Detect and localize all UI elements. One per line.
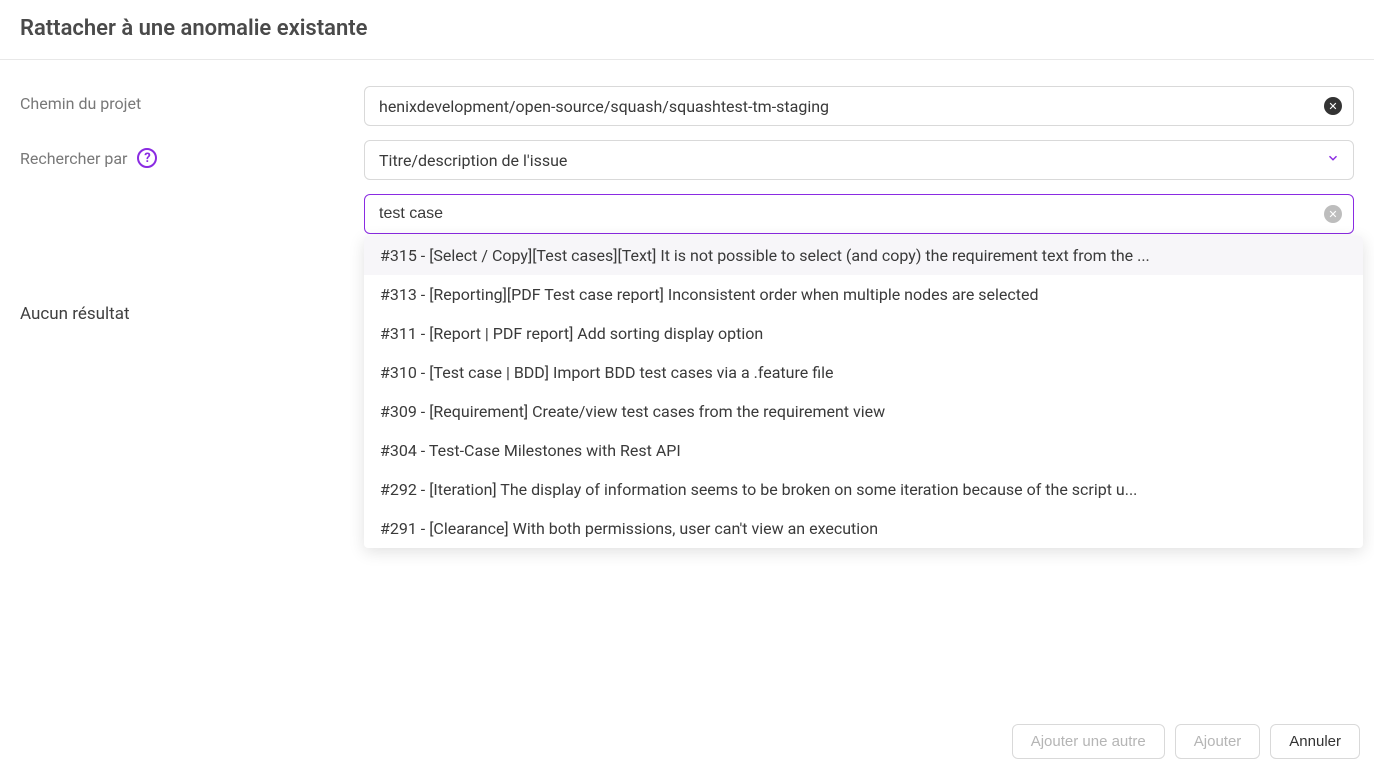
clear-search-icon[interactable]: ✕ <box>1324 205 1342 223</box>
search-by-control: Titre/description de l'issue <box>364 140 1354 180</box>
close-icon[interactable]: ✕ <box>1324 97 1342 115</box>
search-by-value: Titre/description de l'issue <box>379 151 567 170</box>
list-item[interactable]: #311 - [Report | PDF report] Add sorting… <box>364 314 1363 353</box>
project-path-row: Chemin du projet henixdevelopment/open-s… <box>20 86 1354 126</box>
autocomplete-dropdown: #315 - [Select / Copy][Test cases][Text]… <box>364 236 1363 548</box>
list-item[interactable]: #304 - Test-Case Milestones with Rest AP… <box>364 431 1363 470</box>
add-another-button[interactable]: Ajouter une autre <box>1012 724 1165 759</box>
search-by-select[interactable]: Titre/description de l'issue <box>364 140 1354 180</box>
search-by-row: Rechercher par ? Titre/description de l'… <box>20 140 1354 180</box>
list-item[interactable]: #291 - [Clearance] With both permissions… <box>364 509 1363 548</box>
search-input[interactable] <box>364 194 1354 234</box>
search-control: ✕ #315 - [Select / Copy][Test cases][Tex… <box>364 194 1354 234</box>
project-path-input[interactable]: henixdevelopment/open-source/squash/squa… <box>364 86 1354 126</box>
search-spacer <box>20 194 364 202</box>
list-item[interactable]: #315 - [Select / Copy][Test cases][Text]… <box>364 236 1363 275</box>
autocomplete-list[interactable]: #315 - [Select / Copy][Test cases][Text]… <box>364 236 1363 548</box>
list-item[interactable]: #310 - [Test case | BDD] Import BDD test… <box>364 353 1363 392</box>
list-item[interactable]: #309 - [Requirement] Create/view test ca… <box>364 392 1363 431</box>
form-area: Chemin du projet henixdevelopment/open-s… <box>0 60 1374 234</box>
search-by-label: Rechercher par <box>20 149 127 168</box>
list-item[interactable]: #292 - [Iteration] The display of inform… <box>364 470 1363 509</box>
dialog-title: Rattacher à une anomalie existante <box>20 16 1354 41</box>
dialog-header: Rattacher à une anomalie existante <box>0 0 1374 60</box>
help-icon[interactable]: ? <box>137 148 157 168</box>
project-path-value: henixdevelopment/open-source/squash/squa… <box>379 97 829 116</box>
search-row: ✕ #315 - [Select / Copy][Test cases][Tex… <box>20 194 1354 234</box>
cancel-button[interactable]: Annuler <box>1270 724 1360 759</box>
dialog-footer: Ajouter une autre Ajouter Annuler <box>0 710 1374 773</box>
list-item[interactable]: #313 - [Reporting][PDF Test case report]… <box>364 275 1363 314</box>
search-by-label-wrap: Rechercher par ? <box>20 140 364 168</box>
add-button[interactable]: Ajouter <box>1175 724 1261 759</box>
project-path-control: henixdevelopment/open-source/squash/squa… <box>364 86 1354 126</box>
project-path-label: Chemin du projet <box>20 86 364 113</box>
